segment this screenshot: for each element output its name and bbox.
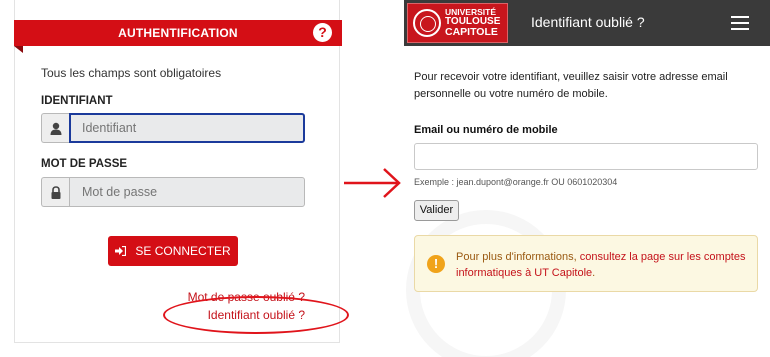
- lock-icon: [41, 177, 69, 207]
- email-label: Email ou numéro de mobile: [414, 124, 558, 136]
- highlight-ellipse: [163, 296, 349, 334]
- password-group: [41, 177, 305, 207]
- login-button-label: SE CONNECTER: [135, 244, 231, 258]
- university-logo[interactable]: UNIVERSITÉ TOULOUSE CAPITOLE: [407, 3, 508, 43]
- arrow-right-icon: [344, 168, 401, 198]
- submit-button[interactable]: Valider: [414, 200, 459, 221]
- info-suffix: .: [592, 267, 596, 279]
- auth-title: AUTHENTIFICATION: [118, 26, 238, 40]
- info-text: Pour plus d'informations, consultez la p…: [456, 249, 746, 281]
- page-title: Identifiant oublié ?: [531, 14, 645, 30]
- password-input[interactable]: [69, 177, 305, 207]
- intro-text: Pour recevoir votre identifiant, veuille…: [414, 71, 728, 100]
- recovery-page: UNIVERSITÉ TOULOUSE CAPITOLE Identifiant…: [404, 0, 770, 357]
- auth-header: AUTHENTIFICATION ?: [14, 20, 342, 53]
- seal-icon: [413, 9, 441, 37]
- email-input[interactable]: [414, 143, 758, 170]
- required-note: Tous les champs sont obligatoires: [41, 66, 222, 80]
- user-icon: [41, 113, 69, 143]
- identifier-label: IDENTIFIANT: [41, 95, 113, 107]
- sign-in-icon: [115, 245, 129, 258]
- login-button[interactable]: SE CONNECTER: [108, 236, 238, 266]
- header-fold: [14, 46, 23, 53]
- identifier-input[interactable]: [69, 113, 305, 143]
- logo-text: UNIVERSITÉ TOULOUSE CAPITOLE: [445, 7, 500, 37]
- example-text: Exemple : jean.dupont@orange.fr OU 06010…: [414, 177, 618, 187]
- logo-line-3: CAPITOLE: [445, 26, 498, 38]
- navbar: UNIVERSITÉ TOULOUSE CAPITOLE Identifiant…: [404, 0, 770, 46]
- identifier-group: [41, 113, 305, 143]
- help-icon[interactable]: ?: [313, 23, 332, 42]
- password-label: MOT DE PASSE: [41, 158, 128, 170]
- info-prefix: Pour plus d'informations,: [456, 251, 580, 263]
- warning-icon: !: [427, 255, 445, 273]
- info-alert: ! Pour plus d'informations, consultez la…: [414, 235, 758, 292]
- hamburger-menu-icon[interactable]: [731, 16, 749, 30]
- login-panel: AUTHENTIFICATION ? Tous les champs sont …: [14, 0, 342, 343]
